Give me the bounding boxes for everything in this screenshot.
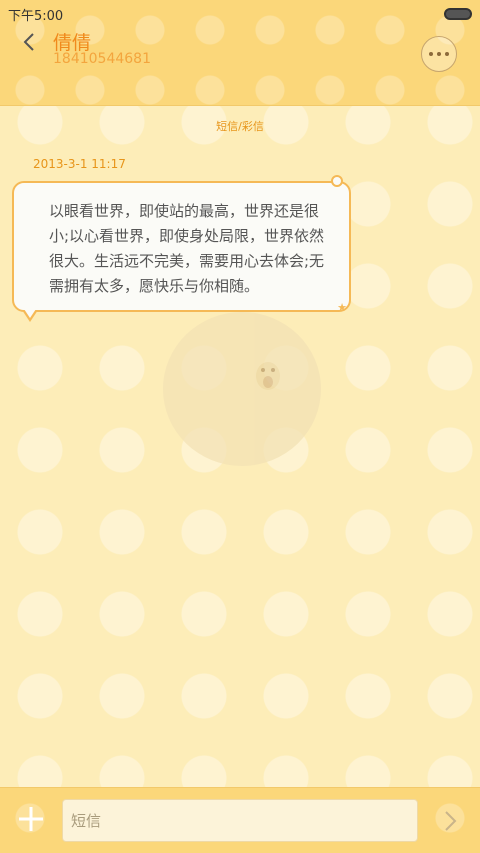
chevron-right-icon xyxy=(445,811,457,831)
more-dots-icon xyxy=(429,52,433,56)
plus-icon xyxy=(19,807,43,831)
status-time: 下午5:00 xyxy=(8,9,64,24)
message-bubble[interactable]: 以眼看世界，即使站的最高，世界还是很小;以心看世界，即使身处局限，世界依然很大。… xyxy=(12,175,351,322)
status-bar: 下午5:00 xyxy=(0,0,480,28)
more-dots-icon xyxy=(437,52,441,56)
composer-bar xyxy=(0,787,480,853)
header: 下午5:00 倩倩 18410544681 xyxy=(0,0,480,106)
battery-icon xyxy=(444,8,472,20)
more-button[interactable] xyxy=(421,36,457,72)
bubble-tail-inner xyxy=(24,309,36,318)
bubble-ear-decoration xyxy=(331,175,343,187)
send-button[interactable] xyxy=(442,809,460,833)
contact-number: 18410544681 xyxy=(53,51,151,67)
back-button[interactable] xyxy=(18,30,42,54)
more-dots-icon xyxy=(445,52,449,56)
dog-avatar-icon xyxy=(256,362,280,390)
star-icon: ★ xyxy=(337,301,347,314)
chevron-left-icon xyxy=(23,33,34,51)
sms-input[interactable] xyxy=(62,799,418,842)
contact-avatar[interactable] xyxy=(163,312,321,466)
message-text: 以眼看世界，即使站的最高，世界还是很小;以心看世界，即使身处局限，世界依然很大。… xyxy=(49,202,325,295)
add-attachment-button[interactable] xyxy=(16,804,46,834)
conversation-type-label: 短信/彩信 xyxy=(216,120,264,133)
message-timestamp: 2013-3-1 11:17 xyxy=(33,157,126,171)
